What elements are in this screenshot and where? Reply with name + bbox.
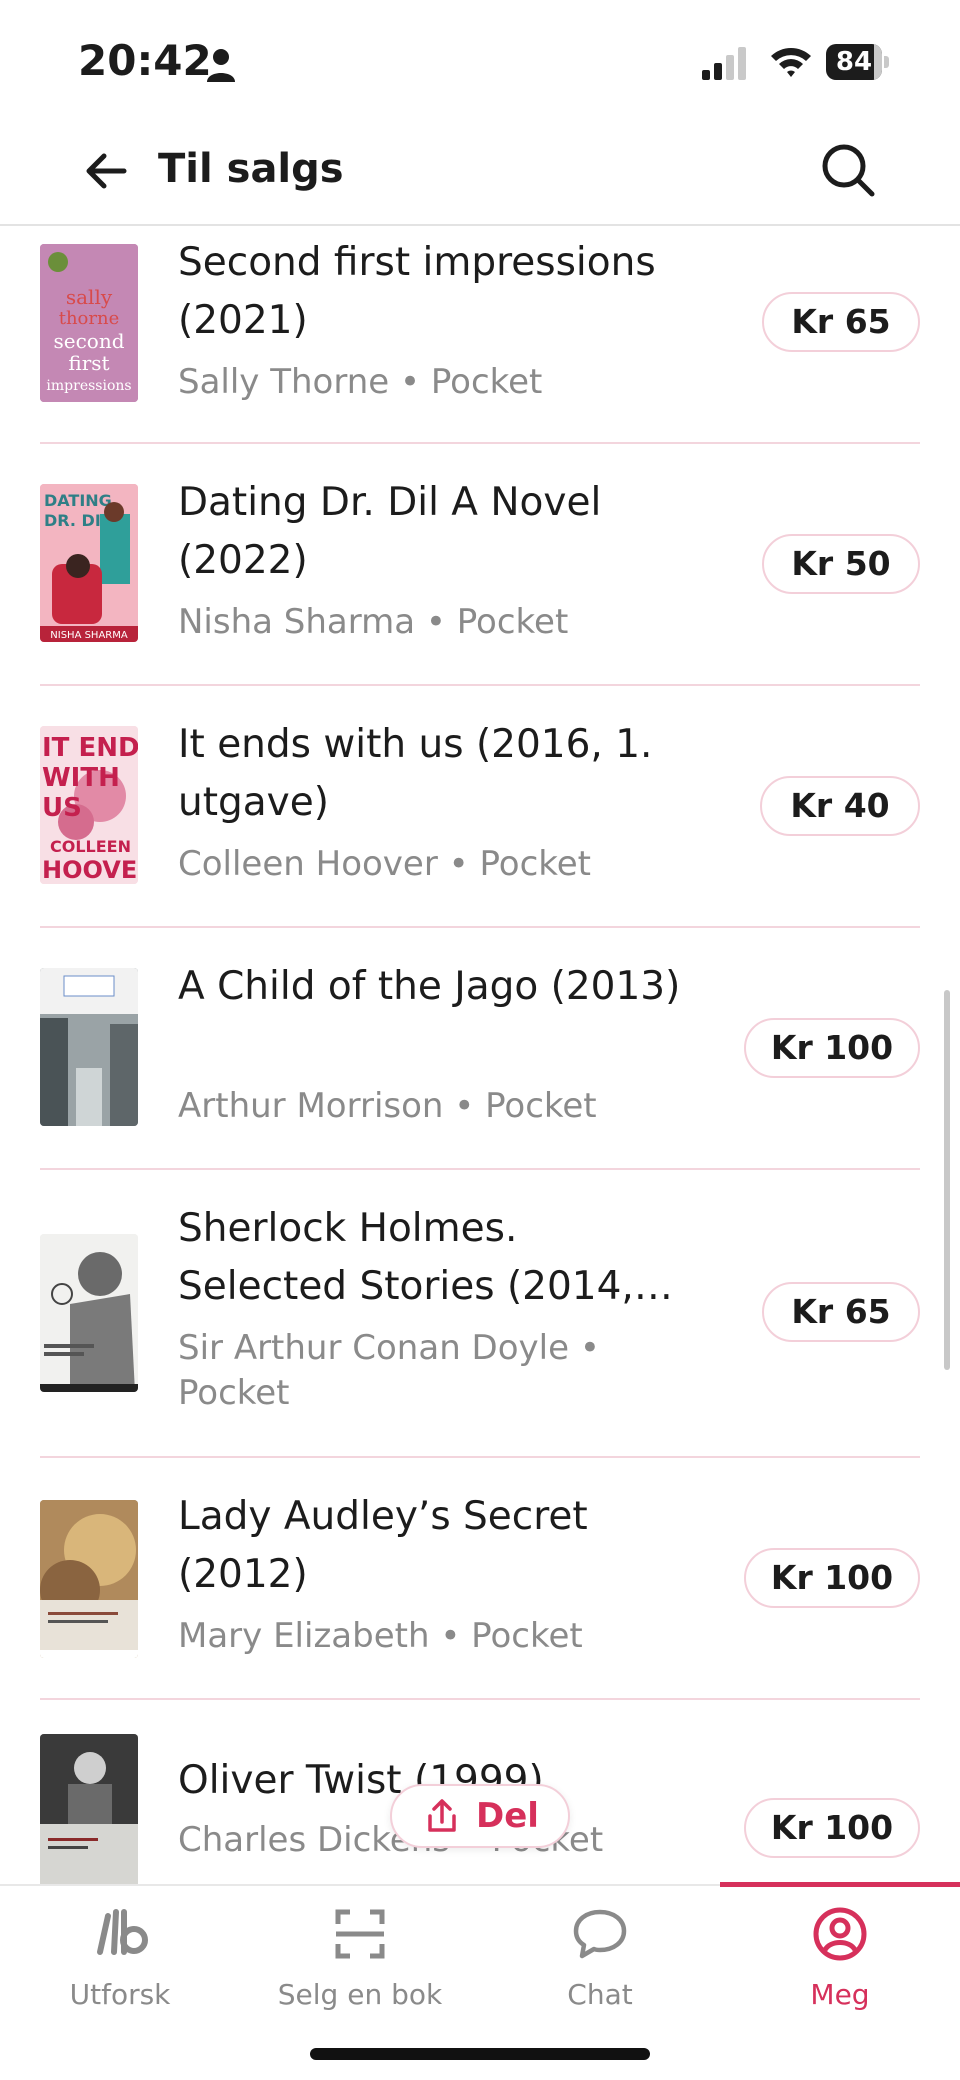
back-arrow-icon[interactable] (80, 144, 134, 198)
book-title: A Child of the Jago (2013) (178, 964, 681, 1009)
list-item[interactable]: DATING DR. DIL NISHA SHARMA Dating Dr. D… (40, 444, 920, 686)
share-label: Del (476, 1796, 539, 1836)
svg-text:IT ENDS: IT ENDS (42, 733, 138, 763)
book-title: Lady Audley’s Secret (2012) (178, 1494, 588, 1597)
book-cover (40, 968, 138, 1126)
battery-level: 84 (835, 47, 873, 77)
tab-label: Meg (810, 1978, 870, 2011)
list-item[interactable]: sally thorne second first impressions Se… (40, 226, 920, 444)
tab-label: Chat (567, 1978, 633, 2011)
scrollbar[interactable] (944, 990, 950, 1370)
svg-text:HOOVER: HOOVER (42, 856, 138, 884)
svg-text:US: US (42, 793, 82, 823)
tab-selg-en-bok[interactable]: Selg en bok (240, 1904, 480, 2014)
page-title: Til salgs (158, 146, 344, 192)
book-meta: Colleen Hoover • Pocket (178, 844, 591, 884)
svg-text:thorne: thorne (59, 308, 120, 329)
tab-label: Utforsk (69, 1978, 171, 2011)
svg-text:DATING: DATING (44, 491, 112, 510)
price-badge: Kr 100 (744, 1018, 920, 1078)
share-button[interactable]: Del (390, 1784, 570, 1848)
book-cover (40, 1734, 138, 1884)
book-cover: DATING DR. DIL NISHA SHARMA (40, 484, 138, 642)
book-meta: Sally Thorne • Pocket (178, 362, 543, 402)
tab-chat[interactable]: Chat (480, 1904, 720, 2014)
person-icon (207, 49, 235, 82)
list-item[interactable]: IT ENDS WITH US COLLEEN HOOVER It ends w… (40, 686, 920, 928)
list-item[interactable]: Lady Audley’s Secret (2012) Mary Elizabe… (40, 1458, 920, 1700)
svg-text:first: first (68, 351, 109, 375)
book-title: Dating Dr. Dil A Novel (2022) (178, 480, 602, 583)
list-item[interactable]: Sherlock Holmes. Selected Stories (2014,… (40, 1170, 920, 1458)
svg-text:COLLEEN: COLLEEN (50, 837, 131, 856)
svg-text:second: second (53, 329, 124, 353)
search-icon[interactable] (818, 140, 878, 200)
tab-label: Selg en bok (277, 1978, 443, 2011)
home-indicator (310, 2048, 650, 2060)
book-cover (40, 1500, 138, 1658)
book-cover: sally thorne second first impressions (40, 244, 138, 402)
svg-text:NISHA SHARMA: NISHA SHARMA (50, 630, 128, 641)
book-cover: IT ENDS WITH US COLLEEN HOOVER (40, 726, 138, 884)
book-list[interactable]: sally thorne second first impressions Se… (0, 226, 960, 1884)
book-cover (40, 1234, 138, 1392)
book-title: Second first impressions (2021) (178, 240, 656, 343)
profile-icon (813, 1907, 867, 1961)
book-title: Sherlock Holmes. Selected Stories (2014,… (178, 1206, 673, 1309)
status-bar: 20:42 84 (0, 0, 960, 120)
list-item[interactable]: A Child of the Jago (2013) Arthur Morris… (40, 928, 920, 1170)
scan-icon (335, 1909, 385, 1959)
price-badge: Kr 50 (762, 534, 920, 594)
price-badge: Kr 100 (744, 1548, 920, 1608)
chat-bubble-icon (573, 1909, 627, 1959)
svg-text:WITH: WITH (42, 763, 120, 793)
price-badge: Kr 65 (762, 1282, 920, 1342)
tab-utforsk[interactable]: Utforsk (0, 1904, 240, 2014)
tab-meg[interactable]: Meg (720, 1904, 960, 2014)
logo-icon (97, 1909, 148, 1955)
price-badge: Kr 40 (760, 776, 920, 836)
book-title: It ends with us (2016, 1. utgave) (178, 722, 653, 825)
book-meta: Nisha Sharma • Pocket (178, 602, 569, 642)
price-badge: Kr 100 (744, 1798, 920, 1858)
svg-text:impressions: impressions (46, 378, 131, 394)
signal-icon (702, 47, 746, 80)
top-bar: Til salgs (0, 120, 960, 226)
book-meta: Arthur Morrison • Pocket (178, 1086, 597, 1126)
book-meta: Sir Arthur Conan Doyle • Pocket (178, 1328, 600, 1413)
battery-indicator: 84 (826, 44, 892, 80)
price-badge: Kr 65 (762, 292, 920, 352)
status-time: 20:42 (78, 36, 212, 85)
svg-text:sally: sally (66, 285, 113, 309)
share-icon (428, 1799, 456, 1832)
bottom-tab-bar: Utforsk Selg en bok Chat Meg (0, 1882, 960, 2080)
wifi-icon (771, 48, 811, 77)
active-tab-indicator (720, 1882, 960, 1887)
book-meta: Mary Elizabeth • Pocket (178, 1616, 583, 1656)
